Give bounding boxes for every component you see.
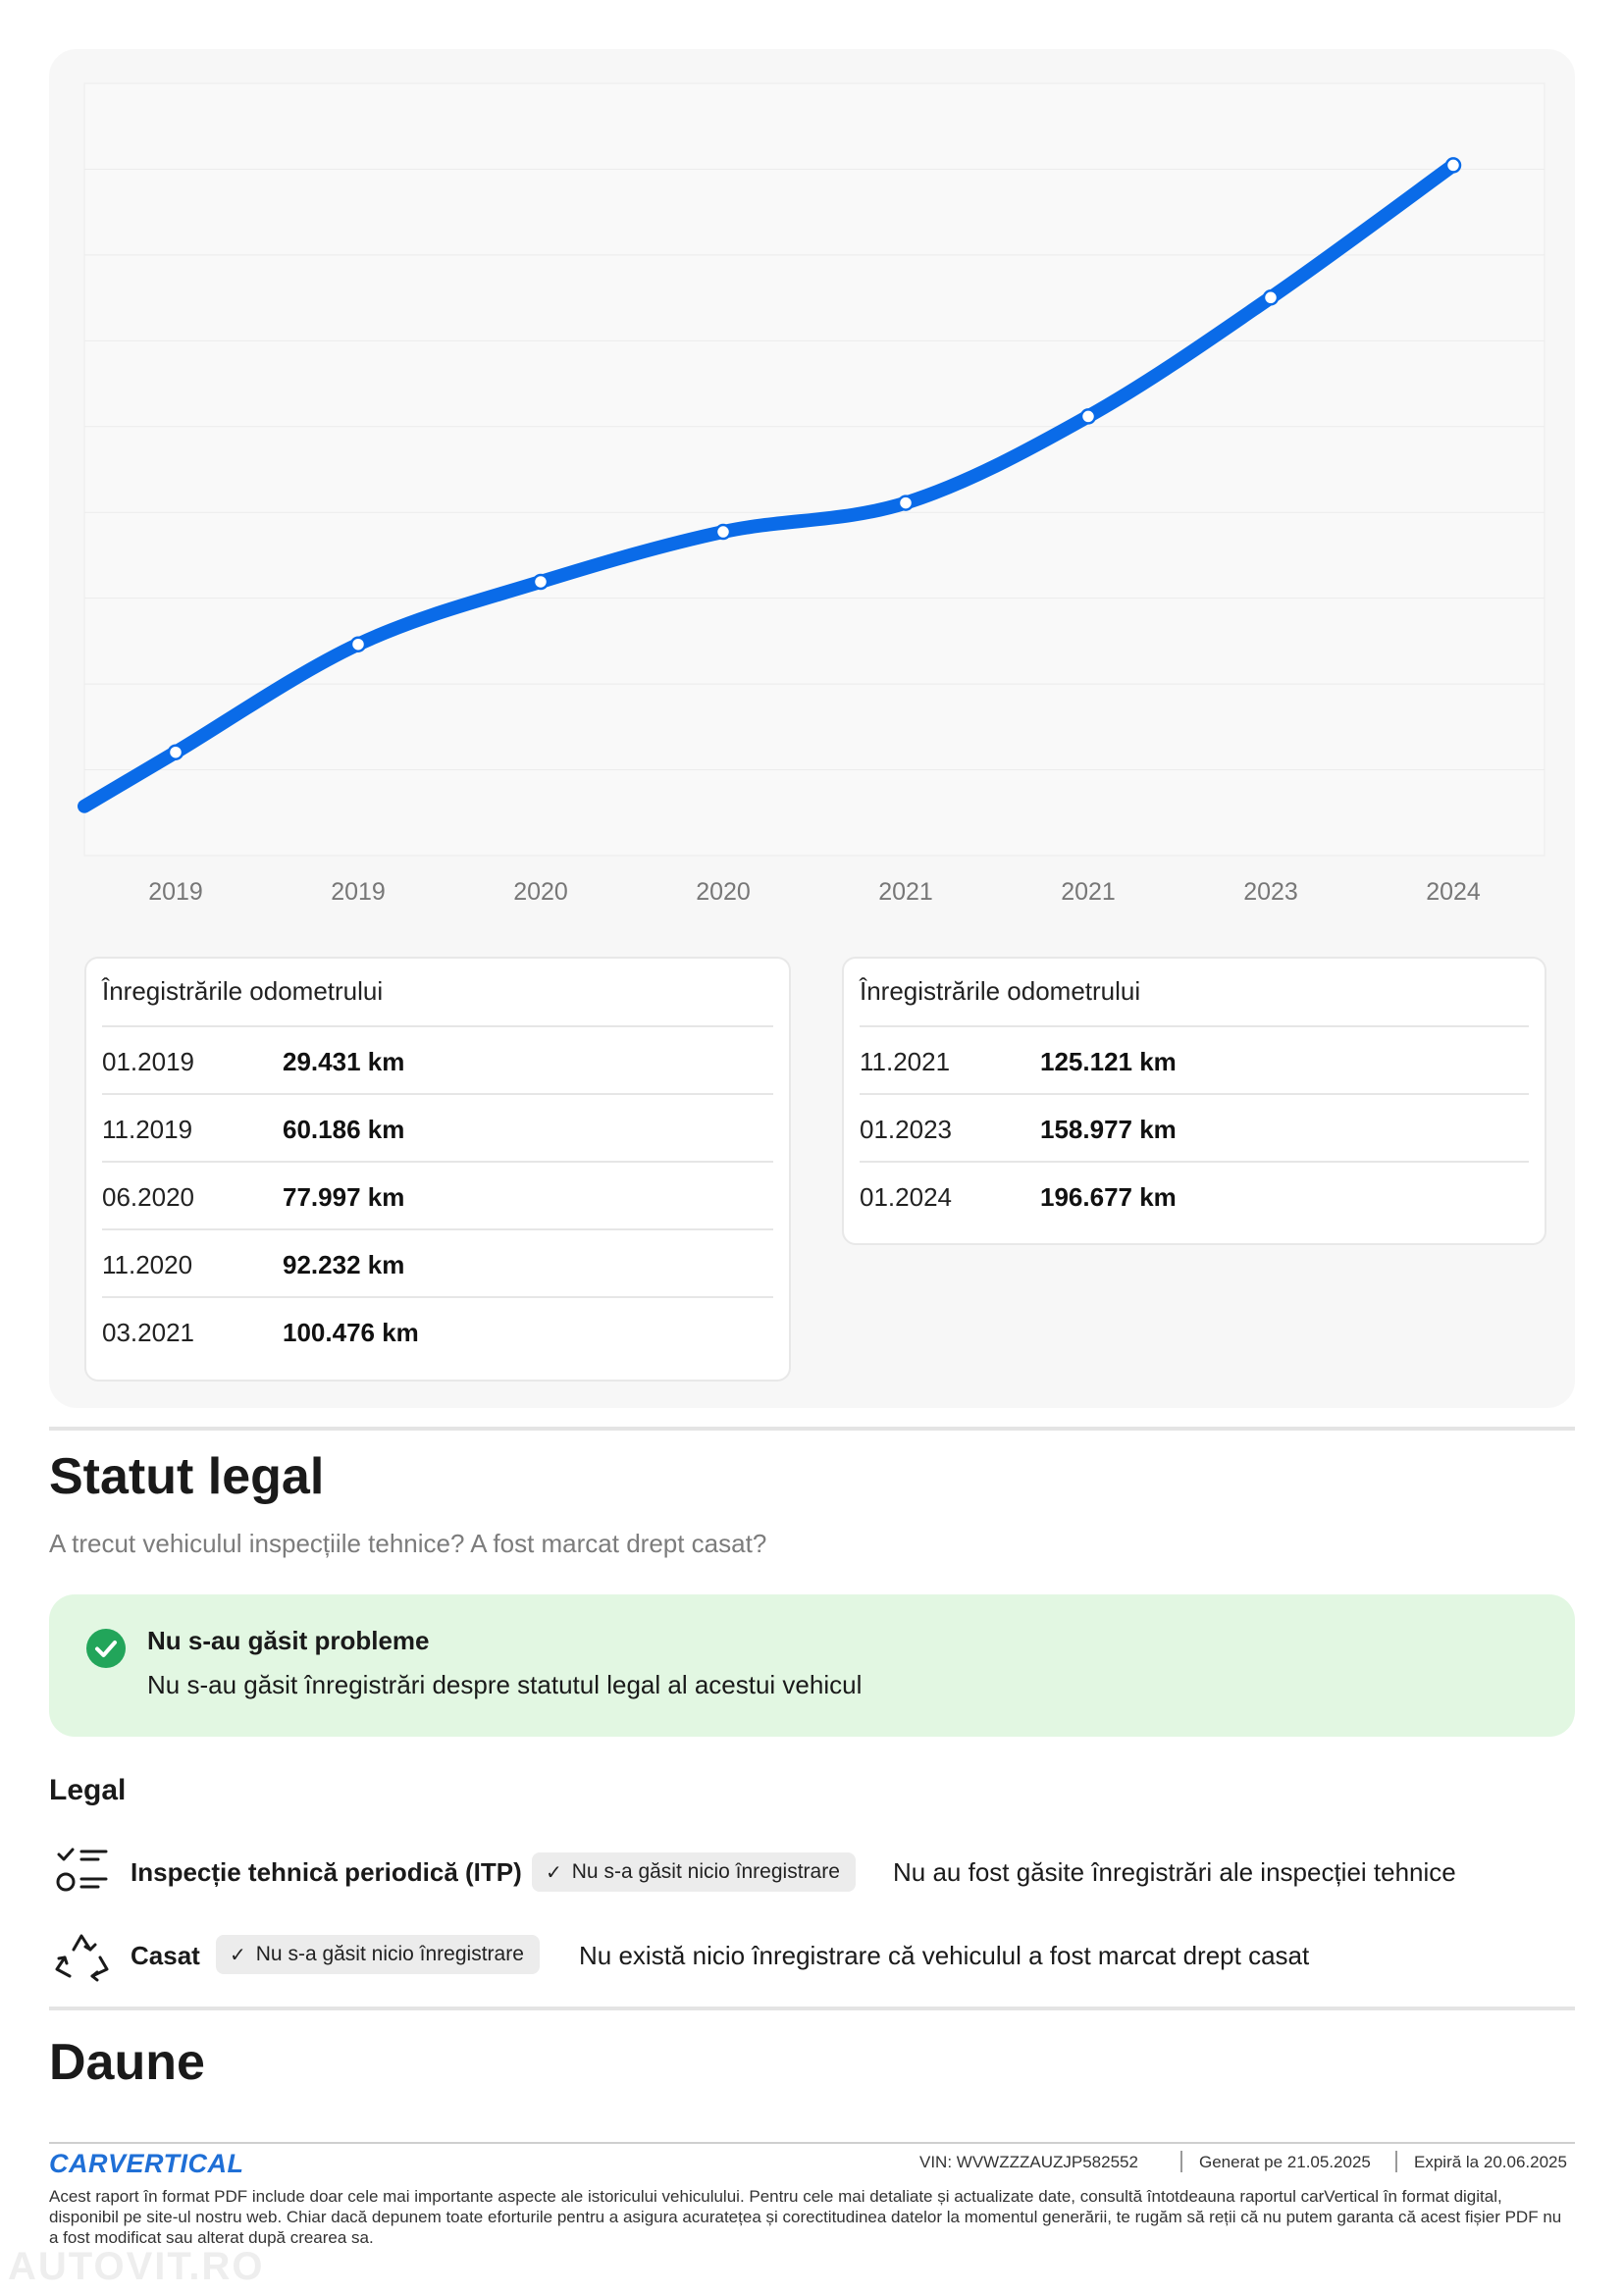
expires-label: Expiră la <box>1414 2153 1480 2171</box>
odometer-table-left: Înregistrările odometrului 01.2019 29.43… <box>84 957 791 1382</box>
footer-divider <box>49 2142 1575 2144</box>
casat-description: Nu există nicio înregistrare că vehiculu… <box>579 1941 1310 1970</box>
odometer-chart-card: 2019 2019 2020 2020 2021 2021 2023 2024 Înregis… <box>49 49 1575 1408</box>
itp-label: Inspecție tehnică periodică (ITP) <box>131 1857 522 1887</box>
status-text: Nu s-au găsit înregistrări despre statut… <box>147 1670 863 1699</box>
footer-separator <box>1395 2151 1397 2172</box>
reading-date: 01.2019 <box>102 1047 194 1076</box>
data-point <box>714 523 732 541</box>
status-title: Nu s-au găsit probleme <box>147 1626 430 1655</box>
chip-label: Nu s-a găsit nicio înregistrare <box>571 1860 840 1883</box>
itp-status-chip: ✓ Nu s-a găsit nicio înregistrare <box>532 1852 856 1892</box>
reading-value: 92.232 km <box>283 1250 405 1279</box>
check-icon: ✓ <box>546 1861 562 1884</box>
x-tick-label: 2021 <box>878 878 933 906</box>
reading-date: 06.2020 <box>102 1182 194 1212</box>
table-row: 06.2020 77.997 km <box>102 1161 773 1230</box>
reading-value: 196.677 km <box>1040 1182 1177 1212</box>
section-title-legal-status: Statut legal <box>49 1448 325 1505</box>
chip-label: Nu s-a găsit nicio înregistrare <box>255 1943 524 1965</box>
reading-date: 11.2019 <box>102 1115 193 1144</box>
odometer-table-right: Înregistrările odometrului 11.2021 125.1… <box>842 957 1546 1245</box>
reading-value: 29.431 km <box>283 1047 405 1076</box>
reading-date: 01.2024 <box>860 1182 952 1212</box>
reading-date: 11.2021 <box>860 1047 951 1076</box>
data-point <box>1079 408 1097 425</box>
section-title-damage: Daune <box>49 2034 205 2091</box>
vin-value: WVWZZZAUZJP582552 <box>956 2153 1138 2171</box>
data-point <box>532 573 550 591</box>
generated-info: Generat pe 21.05.2025 <box>1199 2153 1371 2172</box>
x-tick-label: 2020 <box>696 878 751 906</box>
status-banner <box>49 1594 1575 1737</box>
recycle-icon <box>53 1927 112 1986</box>
itp-description: Nu au fost găsite înregistrări ale inspe… <box>893 1857 1456 1887</box>
expires-info: Expiră la 20.06.2025 <box>1414 2153 1567 2172</box>
carvertical-logo: CARVERTICAL <box>49 2149 244 2178</box>
table-title: Înregistrările odometrului <box>102 976 384 1006</box>
table-row: 03.2021 100.476 km <box>102 1296 773 1366</box>
reading-value: 125.121 km <box>1040 1047 1177 1076</box>
checklist-icon <box>55 1845 110 1900</box>
reading-date: 03.2021 <box>102 1318 194 1347</box>
generated-date: 21.05.2025 <box>1286 2153 1371 2171</box>
casat-label: Casat <box>131 1941 200 1970</box>
table-row: 11.2021 125.121 km <box>860 1025 1529 1095</box>
vin-info: VIN: WVWZZZAUZJP582552 <box>919 2153 1138 2172</box>
check-icon: ✓ <box>230 1944 246 1966</box>
check-circle-icon <box>86 1629 126 1668</box>
reading-value: 60.186 km <box>283 1115 405 1144</box>
table-row: 11.2019 60.186 km <box>102 1093 773 1163</box>
reading-value: 158.977 km <box>1040 1115 1177 1144</box>
watermark: AUTOVIT.RO <box>8 2245 265 2288</box>
section-subtitle: A trecut vehiculul inspecțiile tehnice? … <box>49 1529 767 1558</box>
reading-value: 77.997 km <box>283 1182 405 1212</box>
expires-date: 20.06.2025 <box>1483 2153 1567 2171</box>
reading-value: 100.476 km <box>283 1318 419 1347</box>
x-tick-label: 2019 <box>331 878 386 906</box>
legal-subheading: Legal <box>49 1774 127 1806</box>
data-point <box>1444 157 1462 174</box>
table-row: 01.2019 29.431 km <box>102 1025 773 1095</box>
generated-label: Generat pe <box>1199 2153 1283 2171</box>
data-point <box>167 744 184 760</box>
table-title: Înregistrările odometrului <box>860 976 1141 1006</box>
casat-status-chip: ✓ Nu s-a găsit nicio înregistrare <box>216 1935 540 1974</box>
data-point <box>1262 289 1280 306</box>
footer-separator <box>1180 2151 1182 2172</box>
reading-date: 11.2020 <box>102 1250 193 1279</box>
table-row: 01.2024 196.677 km <box>860 1161 1529 1230</box>
x-tick-label: 2023 <box>1243 878 1298 906</box>
table-row: 01.2023 158.977 km <box>860 1093 1529 1163</box>
plot-area <box>83 82 1545 857</box>
footer-disclaimer: Acest raport în format PDF include doar … <box>49 2187 1562 2247</box>
vin-label: VIN: <box>919 2153 953 2171</box>
data-point <box>349 636 367 652</box>
reading-date: 01.2023 <box>860 1115 952 1144</box>
table-row: 11.2020 92.232 km <box>102 1228 773 1298</box>
x-tick-label: 2019 <box>148 878 203 906</box>
x-tick-label: 2020 <box>513 878 568 906</box>
data-point <box>897 495 915 511</box>
section-divider <box>49 2007 1575 2010</box>
x-tick-label: 2024 <box>1426 878 1481 906</box>
x-tick-label: 2021 <box>1061 878 1116 906</box>
section-divider <box>49 1427 1575 1431</box>
